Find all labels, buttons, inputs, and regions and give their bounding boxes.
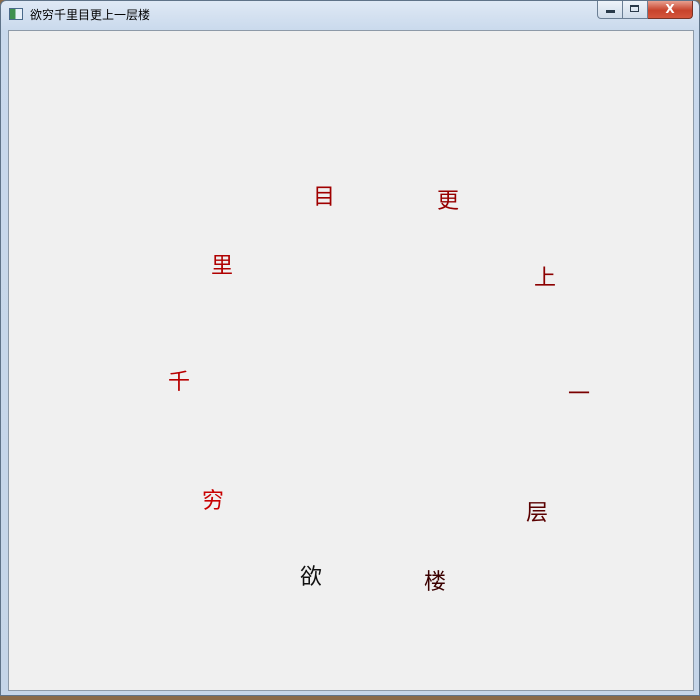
poem-char-4: 里 (210, 254, 233, 279)
poem-char-9: 层 (525, 501, 548, 526)
maximize-button[interactable] (623, 1, 648, 19)
window-title: 欲穷千里目更上一层楼 (30, 8, 151, 22)
app-icon[interactable] (9, 8, 23, 20)
poem-char-3: 千 (167, 370, 190, 395)
close-icon: X (665, 2, 675, 16)
app-window: 欲穷千里目更上一层楼 X 欲 穷 千 里 目 更 上 一 层 楼 (0, 0, 700, 696)
poem-char-6: 更 (436, 189, 459, 214)
poem-char-1: 欲 (299, 565, 322, 590)
poem-char-5: 目 (312, 185, 335, 210)
close-button[interactable]: X (648, 1, 693, 19)
poem-char-8: 一 (567, 382, 590, 407)
caption-buttons: X (597, 1, 693, 20)
poem-char-2: 穷 (201, 489, 224, 514)
poem-char-7: 上 (533, 266, 556, 291)
poem-char-10: 楼 (423, 570, 446, 595)
title-bar[interactable]: 欲穷千里目更上一层楼 X (1, 1, 699, 29)
poem-canvas: 欲 穷 千 里 目 更 上 一 层 楼 (8, 30, 694, 691)
minimize-button[interactable] (597, 1, 623, 19)
minimize-icon (606, 10, 615, 13)
maximize-icon (630, 5, 639, 12)
